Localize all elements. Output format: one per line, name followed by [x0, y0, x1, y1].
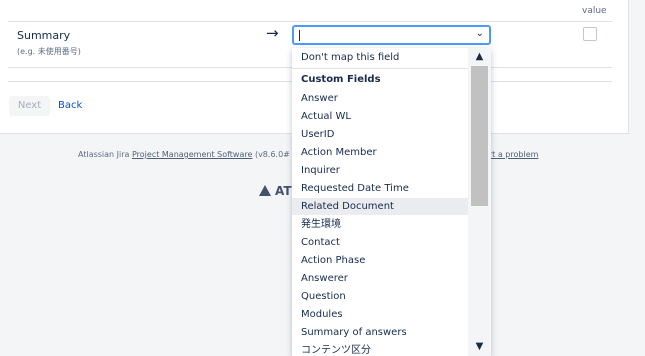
- dropdown-option[interactable]: Answerer: [292, 270, 468, 287]
- dropdown-option-none[interactable]: Don't map this field: [292, 48, 468, 68]
- dropdown-option[interactable]: Action Member: [292, 144, 468, 161]
- map-value-checkbox[interactable]: [583, 27, 597, 41]
- dropdown-divider: [292, 68, 468, 69]
- dropdown-option-highlighted[interactable]: Related Document: [292, 198, 468, 215]
- dropdown-option[interactable]: コンテンツ区分: [292, 342, 468, 356]
- atlassian-logo: AT: [259, 184, 292, 198]
- text-cursor: [299, 30, 300, 41]
- dropdown-option[interactable]: Modules: [292, 306, 468, 323]
- field-options-dropdown[interactable]: Don't map this field Custom Fields Answe…: [292, 48, 491, 356]
- report-problem-link[interactable]: ort a problem: [484, 150, 538, 159]
- chevron-down-icon[interactable]: ⌄: [476, 28, 484, 39]
- scroll-up-icon[interactable]: ▲: [468, 49, 491, 65]
- arrow-icon: →: [266, 24, 279, 42]
- scroll-down-icon[interactable]: ▼: [468, 339, 491, 355]
- dropdown-option[interactable]: Contact: [292, 234, 468, 251]
- footer-text: Atlassian Jira Project Management Softwa…: [78, 150, 290, 159]
- field-mapping-select[interactable]: ⌄: [292, 25, 491, 45]
- dropdown-option[interactable]: 発生環境: [292, 216, 468, 233]
- dropdown-option[interactable]: Requested Date Time: [292, 180, 468, 197]
- atlassian-logo-icon: [259, 185, 271, 196]
- dropdown-option[interactable]: Action Phase: [292, 252, 468, 269]
- footer-prefix: Atlassian Jira: [78, 150, 132, 159]
- dropdown-group-label: Custom Fields: [301, 74, 381, 85]
- dropdown-option[interactable]: Question: [292, 288, 468, 305]
- field-label-summary: Summary: [17, 29, 71, 42]
- dropdown-option[interactable]: Actual WL: [292, 108, 468, 125]
- atlassian-logo-text: AT: [275, 184, 292, 198]
- dropdown-scrollbar[interactable]: ▲ ▼: [468, 48, 491, 356]
- dropdown-option[interactable]: UserID: [292, 126, 468, 143]
- dropdown-option[interactable]: Answer: [292, 90, 468, 107]
- table-header-divider: [8, 21, 612, 22]
- next-button[interactable]: Next: [9, 96, 50, 116]
- dropdown-option[interactable]: Summary of answers: [292, 324, 468, 341]
- footer-product-link[interactable]: Project Management Software: [132, 150, 252, 159]
- scrollbar-thumb[interactable]: [471, 66, 488, 206]
- value-column-header: value: [582, 6, 607, 16]
- dropdown-option[interactable]: Inquirer: [292, 162, 468, 179]
- footer-version: (v8.6.0#: [252, 150, 290, 159]
- field-example-hint: (e.g. 未使用番号): [17, 47, 81, 56]
- back-link[interactable]: Back: [58, 100, 82, 111]
